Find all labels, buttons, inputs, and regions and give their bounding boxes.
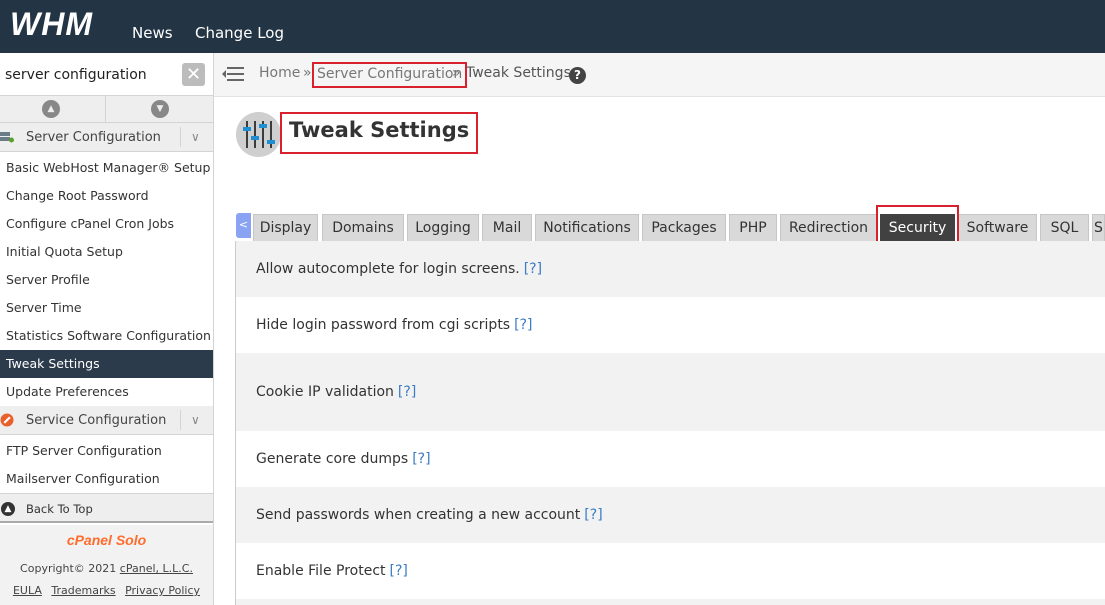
tabs-scroll-left-button[interactable]: < bbox=[236, 213, 251, 238]
setting-label: Hide login password from cgi scripts bbox=[256, 317, 511, 333]
nav-news[interactable]: News bbox=[132, 24, 173, 42]
company-link[interactable]: cPanel, L.L.C. bbox=[120, 562, 193, 575]
highlight-box bbox=[876, 205, 959, 245]
breadcrumb-server-configuration[interactable]: Server Configuration bbox=[312, 62, 468, 88]
sidebar-item-change-root-password[interactable]: Change Root Password bbox=[0, 182, 213, 210]
sidebar-section-server-configuration[interactable]: Server Configuration ∨ bbox=[0, 123, 213, 152]
setting-row bbox=[236, 599, 1105, 605]
footer-links: EULA Trademarks Privacy Policy bbox=[0, 584, 213, 597]
breadcrumb-separator: » bbox=[452, 65, 461, 81]
setting-row: Allow autocomplete for login screens. [?] bbox=[236, 241, 1105, 297]
chevron-down-icon[interactable]: ∨ bbox=[180, 127, 200, 147]
help-link[interactable]: [?] bbox=[390, 563, 408, 579]
arrow-up-icon: ▲ bbox=[1, 502, 15, 516]
breadcrumb-separator: » bbox=[303, 65, 312, 81]
setting-row: Enable File Protect [?] bbox=[236, 543, 1105, 599]
setting-label: Generate core dumps bbox=[256, 451, 409, 467]
help-link[interactable]: [?] bbox=[584, 507, 602, 523]
sidebar-item-ftp-server-configuration[interactable]: FTP Server Configuration bbox=[0, 437, 213, 465]
whm-logo[interactable]: WHM bbox=[10, 6, 93, 42]
sidebar-item-server-time[interactable]: Server Time bbox=[0, 294, 213, 322]
menu-toggle-icon[interactable] bbox=[222, 66, 244, 82]
tab-software[interactable]: Software bbox=[958, 214, 1037, 241]
expand-all-icon[interactable]: ▼ bbox=[151, 100, 169, 118]
breadcrumb-current: Tweak Settings bbox=[466, 65, 571, 81]
sidebar-footer: cPanel Solo Copyright© 2021 cPanel, L.L.… bbox=[0, 525, 213, 605]
tab-overflow[interactable]: S bbox=[1092, 214, 1105, 241]
nav-change-log[interactable]: Change Log bbox=[195, 24, 284, 42]
page-title: Tweak Settings bbox=[280, 112, 479, 154]
tab-packages[interactable]: Packages bbox=[642, 214, 726, 241]
sidebar-section-label: Server Configuration bbox=[26, 130, 161, 145]
trademarks-link[interactable]: Trademarks bbox=[51, 584, 115, 597]
setting-row: Generate core dumps [?] bbox=[236, 431, 1105, 487]
sidebar-item-tweak-settings[interactable]: Tweak Settings bbox=[0, 350, 213, 378]
back-to-top-label: Back To Top bbox=[26, 502, 93, 516]
setting-row: Send passwords when creating a new accou… bbox=[236, 487, 1105, 543]
divider bbox=[105, 96, 106, 123]
tab-mail[interactable]: Mail bbox=[482, 214, 532, 241]
wrench-icon bbox=[0, 413, 14, 427]
help-link[interactable]: [?] bbox=[412, 451, 430, 467]
copyright-text: Copyright© 2021 bbox=[20, 562, 117, 575]
tab-sql[interactable]: SQL bbox=[1040, 214, 1089, 241]
sidebar-item-basic-webhost-manager-setup[interactable]: Basic WebHost Manager® Setup bbox=[0, 154, 213, 182]
tab-php[interactable]: PHP bbox=[729, 214, 777, 241]
eula-link[interactable]: EULA bbox=[13, 584, 42, 597]
expand-collapse-row: ▲ ▼ bbox=[0, 96, 213, 123]
privacy-policy-link[interactable]: Privacy Policy bbox=[125, 584, 200, 597]
server-icon bbox=[0, 132, 14, 143]
breadcrumb: Home » Server Configuration » Tweak Sett… bbox=[214, 53, 1105, 97]
help-link[interactable]: [?] bbox=[398, 384, 416, 400]
back-to-top[interactable]: ▲ Back To Top bbox=[0, 493, 213, 523]
chevron-down-icon[interactable]: ∨ bbox=[180, 410, 200, 430]
sidebar-section-label: Service Configuration bbox=[26, 413, 167, 428]
tab-domains[interactable]: Domains bbox=[322, 214, 404, 241]
help-link[interactable]: [?] bbox=[524, 261, 542, 277]
top-bar: WHM News Change Log bbox=[0, 0, 1105, 53]
sidebar-item-initial-quota-setup[interactable]: Initial Quota Setup bbox=[0, 238, 213, 266]
settings-list: Allow autocomplete for login screens. [?]… bbox=[235, 241, 1105, 605]
sidebar-section-service-configuration[interactable]: Service Configuration ∨ bbox=[0, 406, 213, 435]
tab-redirection[interactable]: Redirection bbox=[780, 214, 877, 241]
sidebar-item-configure-cron-jobs[interactable]: Configure cPanel Cron Jobs bbox=[0, 210, 213, 238]
tab-display[interactable]: Display bbox=[253, 214, 318, 241]
tweak-settings-icon bbox=[236, 112, 281, 157]
setting-label: Send passwords when creating a new accou… bbox=[256, 507, 581, 523]
sidebar-item-statistics-software-configuration[interactable]: Statistics Software Configuration bbox=[0, 322, 213, 350]
sidebar-item-server-profile[interactable]: Server Profile bbox=[0, 266, 213, 294]
collapse-all-icon[interactable]: ▲ bbox=[42, 100, 60, 118]
search-input[interactable] bbox=[0, 61, 178, 89]
cpanel-solo-logo: cPanel Solo bbox=[66, 532, 147, 548]
help-icon[interactable]: ? bbox=[569, 67, 586, 84]
setting-row: Cookie IP validation [?] bbox=[236, 353, 1105, 431]
sidebar-item-update-preferences[interactable]: Update Preferences bbox=[0, 378, 213, 406]
sidebar: ✕ ▲ ▼ Server Configuration ∨ Basic WebHo… bbox=[0, 53, 214, 605]
clear-search-icon[interactable]: ✕ bbox=[182, 63, 205, 86]
tab-notifications[interactable]: Notifications bbox=[535, 214, 639, 241]
sidebar-search: ✕ bbox=[0, 53, 213, 96]
setting-label: Allow autocomplete for login screens. bbox=[256, 261, 520, 277]
copyright: Copyright© 2021 cPanel, L.L.C. bbox=[0, 562, 213, 575]
setting-row: Hide login password from cgi scripts [?] bbox=[236, 297, 1105, 353]
setting-label: Enable File Protect bbox=[256, 563, 386, 579]
setting-label: Cookie IP validation bbox=[256, 384, 394, 400]
tab-logging[interactable]: Logging bbox=[407, 214, 479, 241]
sidebar-item-mailserver-configuration[interactable]: Mailserver Configuration bbox=[0, 465, 213, 493]
help-link[interactable]: [?] bbox=[514, 317, 532, 333]
breadcrumb-home[interactable]: Home bbox=[259, 65, 300, 81]
